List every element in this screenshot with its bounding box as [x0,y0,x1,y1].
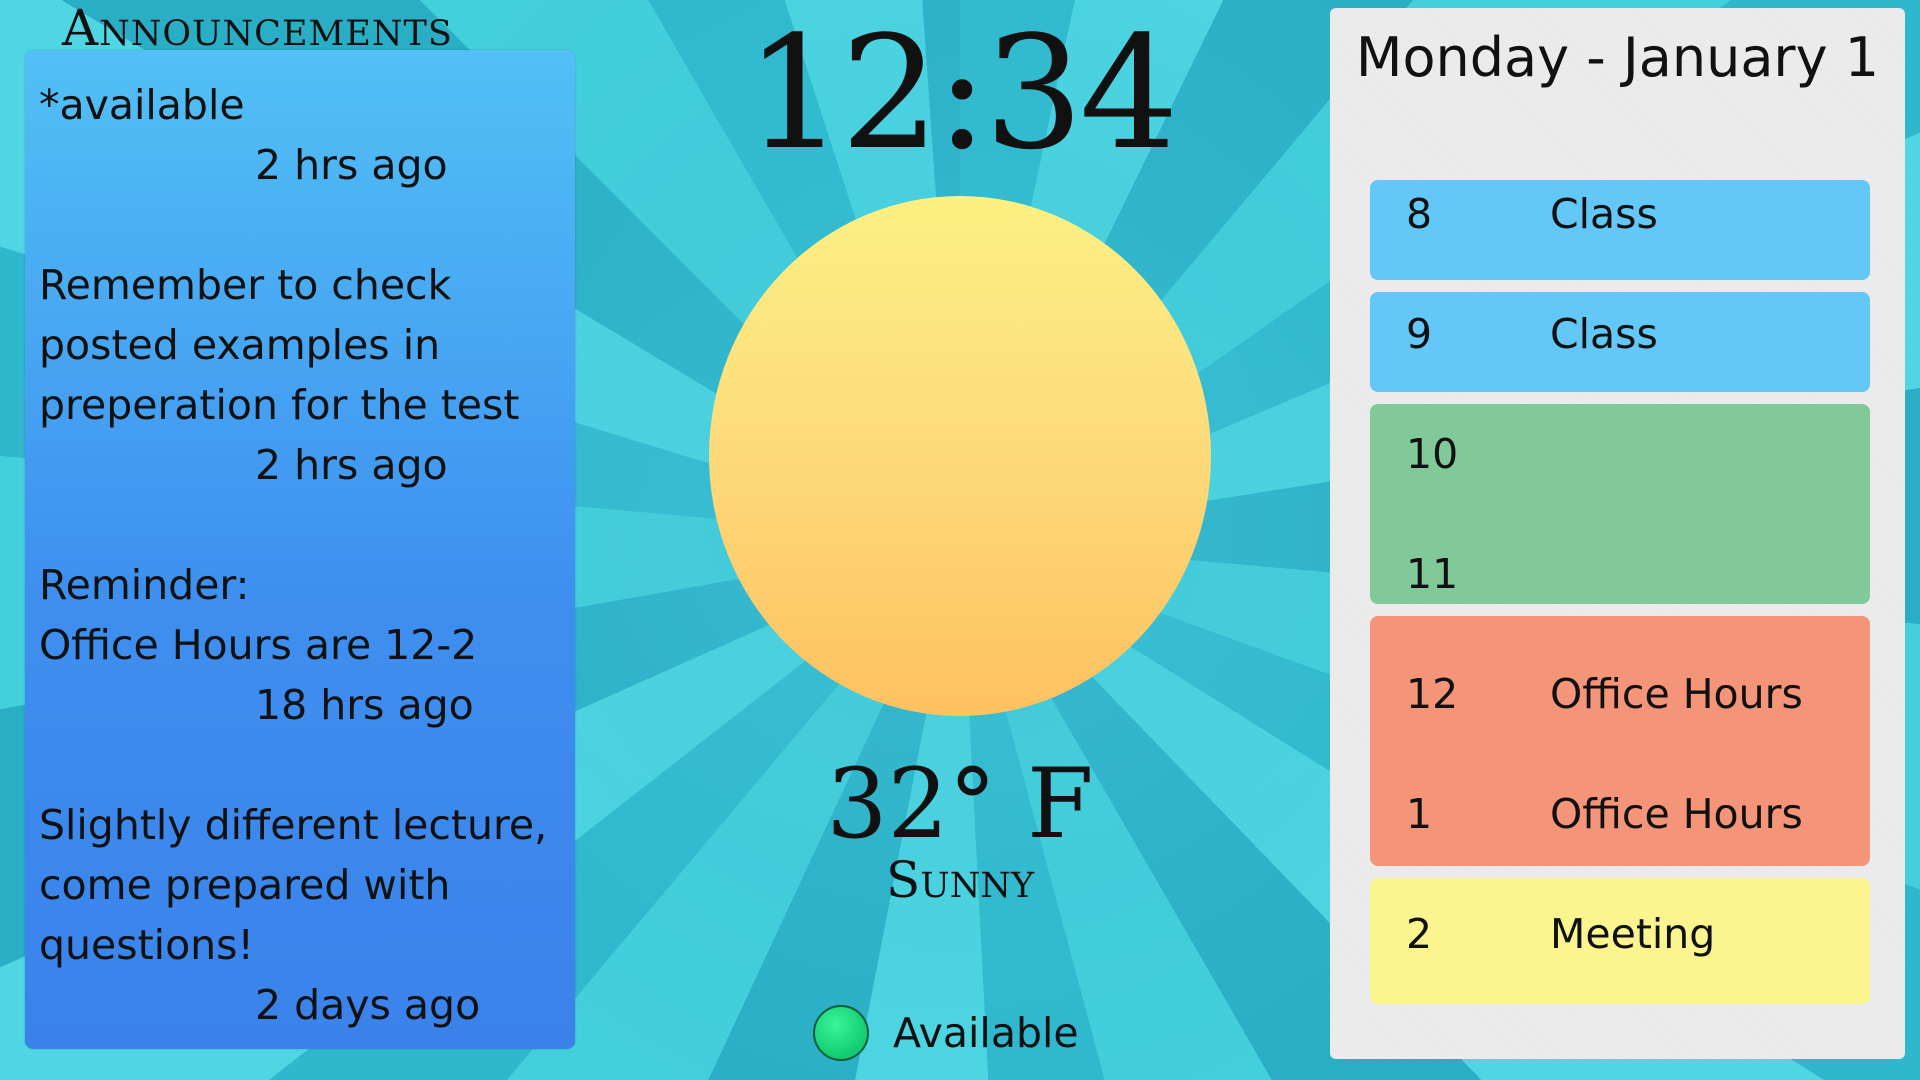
announcements-panel: *available 2 hrs ago Remember to check p… [25,50,575,1049]
slot-label: Office Hours [1550,670,1803,718]
slot-hour: 2 [1406,910,1433,958]
weather-condition: Sunny [885,851,1035,909]
announcement-item[interactable]: *available 2 hrs ago [39,75,559,195]
slot-label: Meeting [1550,910,1716,958]
slot-label: Class [1550,190,1658,238]
clock-time: 12:34 [745,2,1179,184]
availability-status[interactable]: Available [813,1003,1079,1063]
slot-hour: 10 [1406,430,1459,478]
sun-icon [709,196,1211,716]
announcement-text: *available [39,81,245,129]
temperature: 32° F [826,748,1094,860]
slot-hour: 8 [1406,190,1433,238]
slot-hour: 9 [1406,310,1433,358]
slot-hour: 12 [1406,670,1459,718]
schedule-panel: Monday - January 1 8 Class 9 Class 10 11… [1330,8,1905,1059]
slot-hour: 11 [1406,550,1459,598]
announcement-time: 2 days ago [255,981,481,1029]
status-label: Available [893,1009,1079,1057]
announcement-text: Remember to check posted examples in pre… [39,261,520,429]
announcement-item[interactable]: Reminder: Office Hours are 12-2 18 hrs a… [39,555,559,735]
announcement-text: Slightly different lecture, come prepare… [39,801,548,969]
announcement-time: 18 hrs ago [255,681,474,729]
slot-label: Class [1550,310,1658,358]
announcement-item[interactable]: Remember to check posted examples in pre… [39,255,559,495]
announcement-time: 2 hrs ago [255,141,448,189]
announcement-text: Reminder: Office Hours are 12-2 [39,561,478,669]
schedule-date: Monday - January 1 [1355,26,1880,89]
announcement-time: 2 hrs ago [255,441,448,489]
slot-label: Office Hours [1550,790,1803,838]
slot-hour: 1 [1406,790,1433,838]
announcement-item[interactable]: Slightly different lecture, come prepare… [39,795,559,1035]
status-dot-icon [813,1005,869,1061]
announcements-title: Announcements [62,0,453,57]
